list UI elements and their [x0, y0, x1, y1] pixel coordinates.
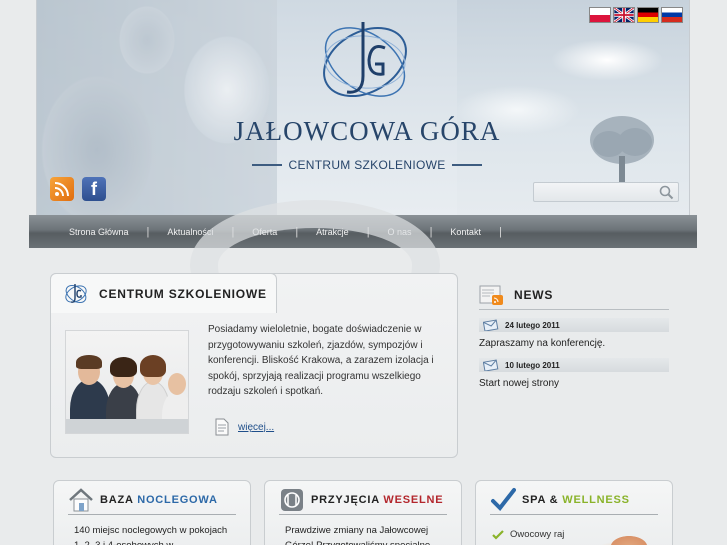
news-date: 10 lutego 2011	[505, 360, 560, 370]
news-heading: NEWS	[514, 287, 554, 302]
spa-header: SPA & WELLNESS	[490, 485, 658, 515]
newspaper-rss-icon	[479, 285, 503, 305]
news-title[interactable]: Start nowej strony	[479, 378, 669, 389]
nav-item-home[interactable]: Strona Główna	[69, 227, 129, 237]
tree-illustration	[590, 116, 654, 190]
accommodation-heading-word1: BAZA	[100, 493, 134, 506]
spa-box[interactable]: SPA & WELLNESS Owocowy raj	[475, 480, 673, 545]
weddings-heading-word1: PRZYJĘCIA	[311, 493, 380, 506]
weddings-text: Prawdziwe zmiany na Jałowcowej Górze! Pr…	[285, 525, 430, 545]
weddings-heading: PRZYJĘCIA WESELNE	[311, 494, 443, 506]
accommodation-heading-word2: NOCLEGOWA	[137, 493, 218, 506]
spa-heading: SPA & WELLNESS	[522, 494, 630, 506]
nav-item-contact[interactable]: Kontakt	[450, 227, 481, 237]
spa-heading-word1: SPA &	[522, 493, 559, 506]
spa-heading-word2: WELLNESS	[562, 493, 630, 506]
nav-separator: |	[146, 225, 150, 238]
nav-separator: |	[498, 225, 502, 238]
news-header: NEWS	[479, 280, 669, 310]
flag-ru-icon[interactable]	[661, 7, 683, 23]
brand-subtitle: CENTRUM SZKOLENIOWE	[252, 156, 483, 174]
spa-photo	[584, 525, 664, 545]
small-logo-icon	[65, 283, 87, 303]
brand-subtitle-text: CENTRUM SZKOLENIOWE	[288, 158, 446, 172]
search-icon[interactable]	[659, 185, 674, 200]
house-icon	[69, 487, 93, 511]
accommodation-text: 140 miejsc noclegowych w pokojach 1, 2, …	[74, 525, 228, 545]
brand-title: JAŁOWCOWA GÓRA	[233, 116, 501, 146]
facebook-icon[interactable]: f	[82, 177, 106, 201]
document-icon	[215, 418, 229, 436]
accommodation-heading: BAZA NOCLEGOWA	[100, 494, 218, 506]
spa-list-item[interactable]: Owocowy raj	[492, 529, 564, 540]
search-input[interactable]	[534, 184, 654, 202]
accommodation-header: BAZA NOCLEGOWA	[68, 485, 236, 515]
news-date-bar: 24 lutego 2011	[479, 318, 669, 332]
green-check-icon	[492, 529, 504, 540]
training-center-description: Posiadamy wieloletnie, bogate doświadcze…	[208, 324, 434, 397]
team-photo	[65, 330, 189, 434]
flag-de-icon[interactable]	[637, 7, 659, 23]
checkmark-icon	[491, 487, 516, 511]
rss-glyph	[54, 182, 69, 197]
news-title[interactable]: Zapraszamy na konferencję.	[479, 338, 669, 349]
read-more-link-wrap: więcej...	[214, 418, 274, 436]
language-switcher	[589, 7, 683, 23]
flag-pl-icon[interactable]	[589, 7, 611, 23]
news-item[interactable]: 24 lutego 2011 Zapraszamy na konferencję…	[479, 318, 669, 349]
news-date-bar: 10 lutego 2011	[479, 358, 669, 372]
header-banner: JAŁOWCOWA GÓRA CENTRUM SZKOLENIOWE f	[36, 0, 690, 215]
weddings-header: PRZYJĘCIA WESELNE	[279, 485, 447, 515]
envelope-icon	[483, 319, 499, 331]
subtitle-rule-left	[252, 164, 283, 166]
social-links: f	[50, 177, 106, 201]
weddings-box[interactable]: PRZYJĘCIA WESELNE Prawdziwe zmiany na Ja…	[264, 480, 462, 545]
accommodation-box[interactable]: BAZA NOCLEGOWA 140 miejsc noclegowych w …	[53, 480, 251, 545]
subtitle-rule-right	[451, 164, 483, 166]
news-item[interactable]: 10 lutego 2011 Start nowej strony	[479, 358, 669, 389]
brand-logo-icon[interactable]	[315, 14, 415, 106]
training-center-tab: CENTRUM SZKOLENIOWE	[50, 273, 277, 313]
search-box	[533, 182, 679, 202]
spa-list-item-label: Owocowy raj	[510, 529, 565, 540]
weddings-heading-word2: WESELNE	[383, 493, 444, 506]
nav-separator: |	[429, 225, 433, 238]
news-date: 24 lutego 2011	[505, 320, 560, 330]
flag-en-icon[interactable]	[613, 7, 635, 23]
rss-icon[interactable]	[50, 177, 74, 201]
training-center-heading: CENTRUM SZKOLENIOWE	[99, 286, 267, 301]
dining-icon	[281, 488, 303, 511]
read-more-link[interactable]: więcej...	[238, 422, 274, 433]
envelope-icon	[483, 359, 499, 371]
